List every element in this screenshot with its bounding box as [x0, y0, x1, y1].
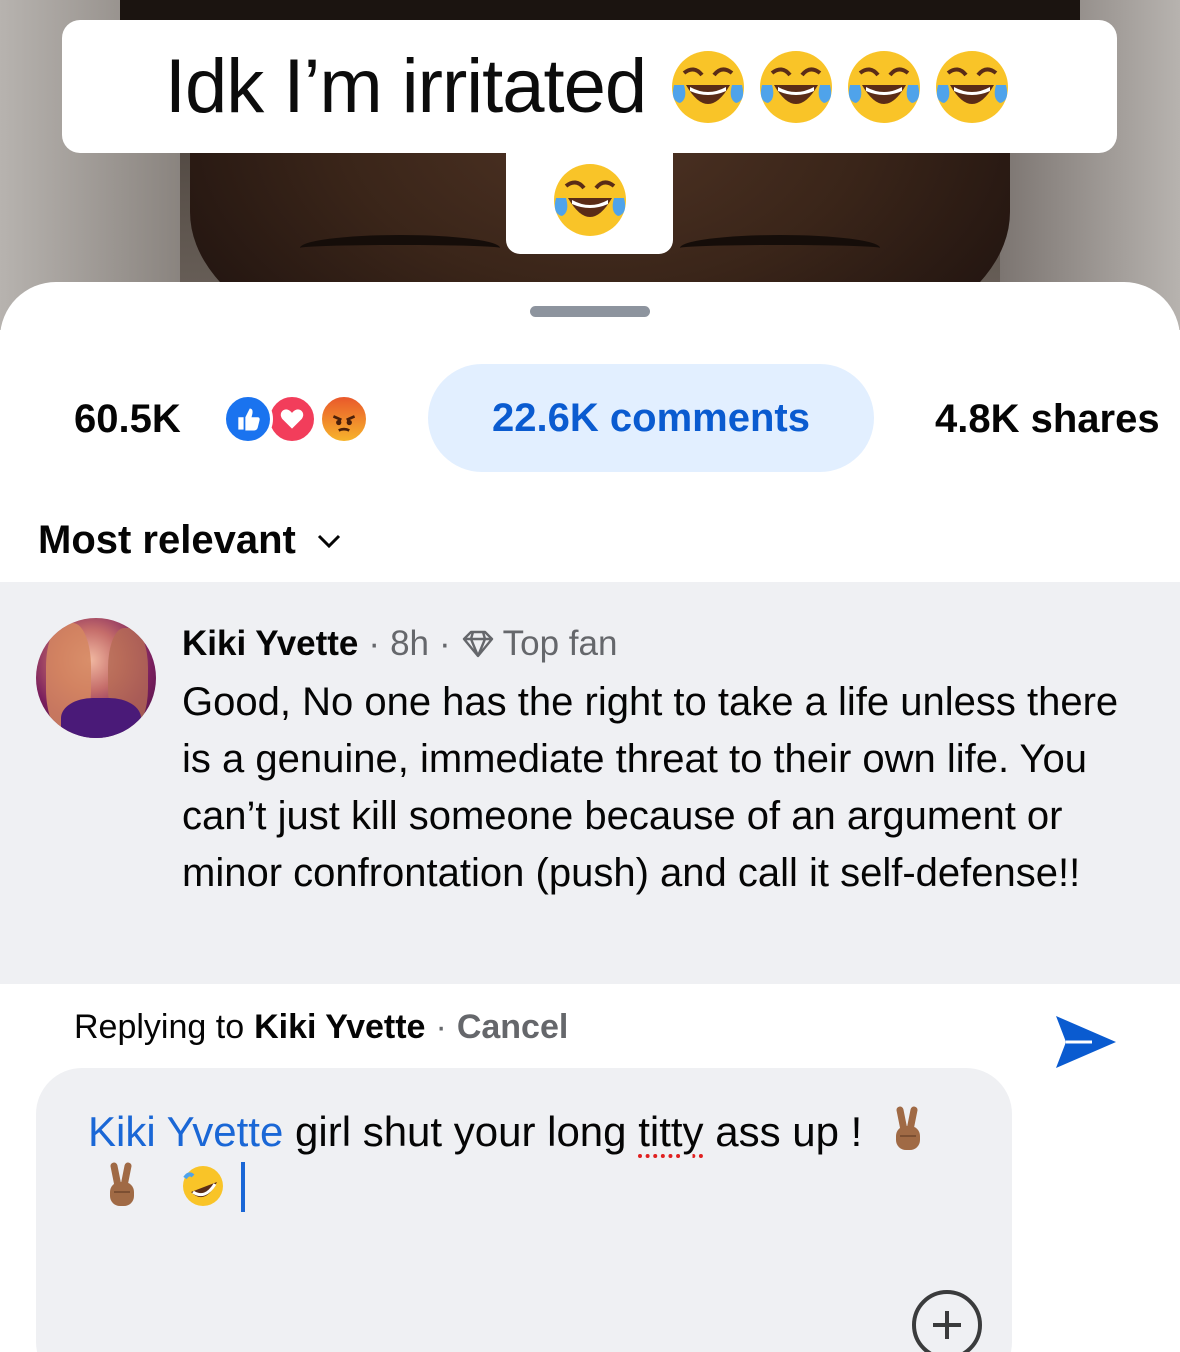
- sort-label: Most relevant: [38, 518, 296, 562]
- avatar-shirt: [61, 698, 141, 738]
- mention-tag[interactable]: Kiki Yvette: [88, 1108, 283, 1155]
- caption-text: Idk I’m irritated: [164, 44, 647, 129]
- comment-time: 8h: [390, 624, 429, 663]
- video-brow-left: [300, 235, 500, 261]
- replying-prefix: Replying to: [74, 1008, 245, 1046]
- sort-dropdown[interactable]: Most relevant: [38, 518, 344, 563]
- input-text-part1: girl shut your long: [295, 1108, 627, 1155]
- comments-tab[interactable]: 22.6K comments: [428, 364, 874, 472]
- video-brow-right: [680, 235, 880, 261]
- video-caption-line2: [506, 146, 673, 254]
- comment-author[interactable]: Kiki Yvette: [182, 624, 358, 664]
- app-screen: Idk I’m irritated 60.5K 22.6K comments 4…: [0, 0, 1180, 1352]
- diamond-icon: [462, 630, 493, 658]
- plus-icon: [933, 1311, 961, 1339]
- victory-hand-emoji-icon: [895, 1106, 920, 1150]
- sheet-grabber-handle[interactable]: [530, 306, 650, 317]
- separator-dot: ·: [435, 1008, 447, 1046]
- like-reaction-icon: [223, 394, 273, 444]
- add-attachment-button[interactable]: [912, 1290, 982, 1352]
- laugh-emoji-icon: [842, 45, 926, 129]
- victory-hand-emoji-icon: [110, 1162, 134, 1206]
- misspelled-word[interactable]: titty: [638, 1108, 703, 1155]
- input-text-part2: ass up !: [715, 1108, 863, 1155]
- comment-item[interactable]: Kiki Yvette · 8h · Top fan Good, No one …: [0, 582, 1180, 984]
- cancel-reply-button[interactable]: Cancel: [457, 1008, 569, 1047]
- comment-text: Good, No one has the right to take a lif…: [182, 680, 1119, 895]
- top-fan-badge: Top fan: [502, 624, 618, 663]
- comment-input-text[interactable]: Kiki Yvette girl shut your long titty as…: [88, 1104, 968, 1216]
- separator-dot: ·: [368, 624, 381, 663]
- separator-dot: ·: [439, 624, 451, 663]
- laugh-emoji-icon: [754, 45, 838, 129]
- text-cursor: [241, 1162, 246, 1212]
- comments-sheet: 60.5K 22.6K comments 4.8K shares Most re…: [0, 282, 1180, 1352]
- engagement-stats: 60.5K 22.6K comments 4.8K shares: [0, 364, 1180, 474]
- shares-tab[interactable]: 4.8K shares: [935, 397, 1160, 442]
- reaction-icons[interactable]: [223, 394, 373, 446]
- love-reaction-icon: [267, 394, 317, 444]
- replying-to-bar: Replying to Kiki Yvette · Cancel: [74, 1008, 568, 1047]
- comment-input[interactable]: Kiki Yvette girl shut your long titty as…: [36, 1068, 1012, 1352]
- comment-header: Kiki Yvette · 8h · Top fan: [182, 624, 617, 664]
- chevron-down-icon: [317, 534, 340, 548]
- rolling-laugh-emoji-icon: [182, 1166, 223, 1206]
- avatar[interactable]: [36, 618, 156, 738]
- angry-reaction-icon: [319, 394, 369, 444]
- reactions-count[interactable]: 60.5K: [74, 397, 181, 442]
- laugh-emoji-icon: [930, 45, 1014, 129]
- video-caption: Idk I’m irritated: [62, 20, 1117, 153]
- laugh-emoji-icon: [548, 158, 632, 242]
- reply-target: Kiki Yvette: [254, 1008, 426, 1046]
- send-button[interactable]: [1052, 1010, 1120, 1074]
- laugh-emoji-icon: [666, 45, 750, 129]
